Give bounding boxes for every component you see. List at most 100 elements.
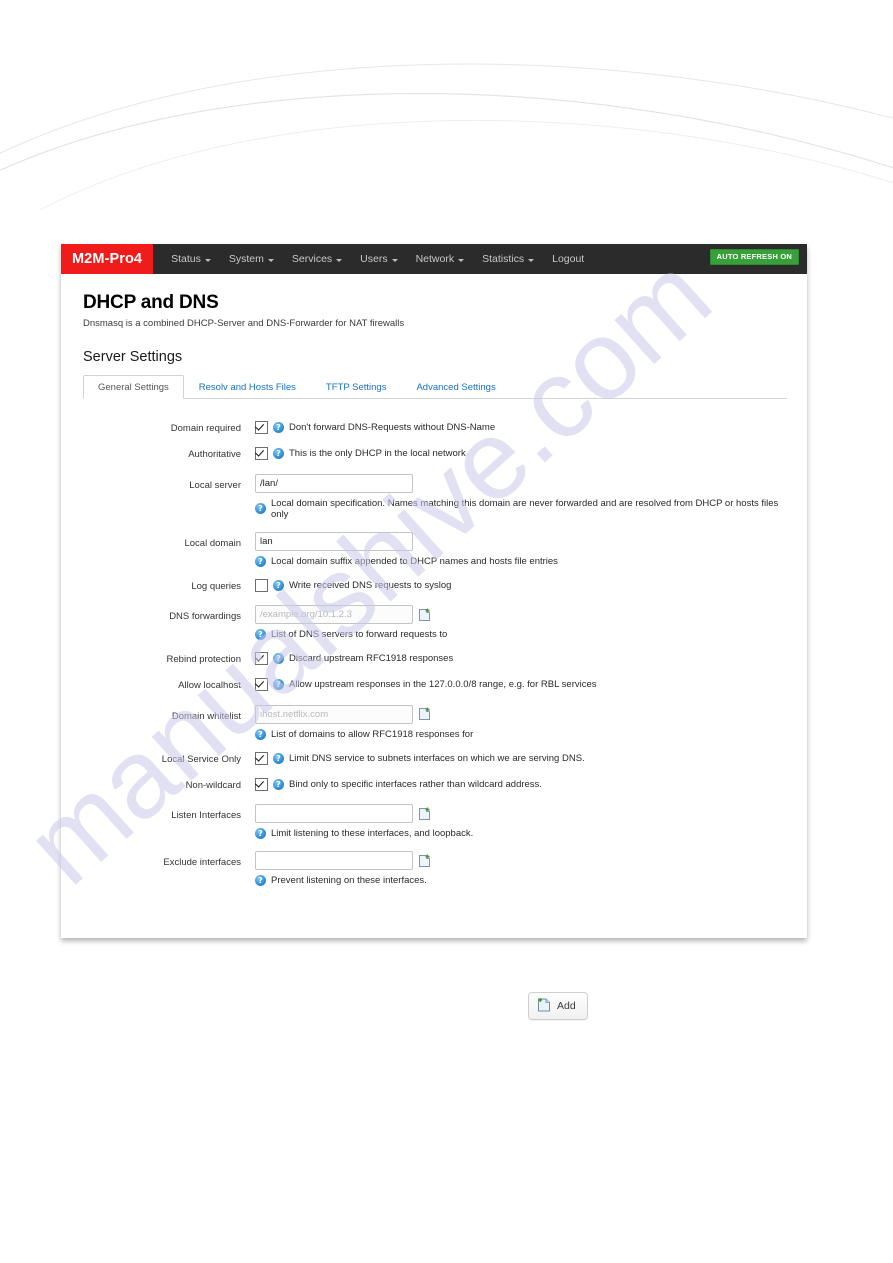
nav-item-label: Services: [291, 253, 333, 265]
form-row-local-domain: Local domain ? Local domain suffix appen…: [83, 531, 787, 567]
field-label: DNS forwardings: [169, 611, 241, 623]
help-icon[interactable]: ?: [273, 422, 284, 433]
help-icon[interactable]: ?: [273, 653, 284, 665]
page-description-text: Dnsmasq is a combined DHCP-Server and DN…: [83, 318, 405, 329]
add-entry-icon[interactable]: [418, 707, 431, 721]
nav-item-system[interactable]: System: [220, 253, 283, 265]
nav-item-services[interactable]: Services: [283, 253, 351, 265]
nav-item-label: Statistics: [482, 253, 525, 265]
form-row-authoritative: Authoritative ? This is the only DHCP in…: [83, 447, 787, 461]
form-row-non-wildcard: Non-wildcard ? Bind only to specific int…: [83, 778, 787, 792]
tab-advanced-settings[interactable]: Advanced Settings: [401, 375, 510, 399]
chevron-down-icon: [391, 258, 398, 262]
help-icon[interactable]: ?: [255, 555, 266, 567]
auto-refresh-badge[interactable]: AUTO REFRESH ON: [709, 249, 799, 265]
domain-required-checkbox[interactable]: [255, 421, 268, 434]
form-row-dns-forwardings: DNS forwardings ?: [83, 605, 787, 641]
field-label: Rebind protection: [166, 654, 241, 666]
form-row-listen-interfaces: Listen Interfaces ? Limit listening to t…: [83, 804, 787, 840]
brand-logo[interactable]: M2M-Pro4: [61, 244, 154, 274]
help-icon[interactable]: ?: [255, 828, 266, 840]
field-description: Discard upstream RFC1918 responses: [289, 653, 454, 665]
local-server-input[interactable]: [255, 473, 413, 493]
field-description: Don't forward DNS-Requests without DNS-N…: [289, 422, 496, 433]
help-icon[interactable]: ?: [273, 752, 284, 764]
top-navigation-bar: M2M-Pro4 Status System Services Users Ne…: [61, 244, 807, 274]
chevron-down-icon: [267, 258, 274, 262]
help-icon[interactable]: ?: [273, 448, 284, 460]
local-domain-input[interactable]: [255, 531, 413, 551]
exclude-interfaces-input[interactable]: [255, 851, 413, 871]
field-hint: Local domain suffix appended to DHCP nam…: [271, 555, 558, 567]
field-label: Local domain: [184, 537, 241, 549]
tab-general-settings[interactable]: General Settings: [83, 375, 184, 399]
nav-item-label: Status: [171, 253, 201, 265]
form-row-exclude-interfaces: Exclude interfaces ? Prevent listening o…: [83, 851, 787, 887]
general-settings-form: Domain required ? Don't forward DNS-Requ…: [83, 421, 787, 887]
add-document-icon: [537, 997, 551, 1015]
listen-interfaces-input[interactable]: [255, 804, 413, 824]
page-description: Dnsmasq is a combined DHCP-Server and DN…: [83, 318, 787, 329]
nav-item-users[interactable]: Users: [351, 253, 406, 265]
field-label: Local server: [189, 479, 241, 491]
field-description: Allow upstream responses in the 127.0.0.…: [289, 679, 597, 691]
nav-item-statistics[interactable]: Statistics: [473, 253, 543, 265]
chevron-down-icon: [528, 258, 535, 262]
settings-tabs: General Settings Resolv and Hosts Files …: [83, 375, 787, 399]
page-title: DHCP and DNS: [83, 292, 219, 313]
allow-localhost-checkbox[interactable]: [255, 678, 268, 692]
nav-item-network[interactable]: Network: [407, 253, 474, 265]
nav-item-status[interactable]: Status: [162, 253, 220, 265]
field-hint: List of domains to allow RFC1918 respons…: [271, 728, 474, 740]
tab-resolv-and-hosts-files[interactable]: Resolv and Hosts Files: [184, 375, 311, 399]
log-queries-checkbox[interactable]: [255, 578, 268, 592]
nav-menu: Status System Services Users Network Sta…: [153, 244, 593, 274]
field-label: Listen Interfaces: [171, 810, 241, 822]
add-button[interactable]: Add: [528, 992, 588, 1020]
non-wildcard-checkbox[interactable]: [255, 778, 268, 792]
form-row-domain-whitelist: Domain whitelist ?: [83, 704, 787, 740]
nav-item-label: Logout: [552, 253, 585, 265]
nav-item-label: Network: [415, 253, 455, 265]
nav-item-label: Users: [360, 253, 388, 265]
local-service-only-checkbox[interactable]: [255, 751, 268, 765]
add-entry-icon[interactable]: [418, 807, 431, 821]
help-icon[interactable]: ?: [273, 679, 284, 691]
help-icon[interactable]: ?: [255, 875, 266, 887]
rebind-protection-checkbox[interactable]: [255, 652, 268, 666]
dns-forwardings-input[interactable]: [255, 605, 413, 625]
field-hint: Limit listening to these interfaces, and…: [271, 828, 474, 840]
help-icon[interactable]: ?: [273, 779, 284, 791]
field-hint: Local domain specification. Names matchi…: [271, 497, 779, 520]
field-hint: Prevent listening on these interfaces.: [271, 875, 427, 887]
field-label: Non-wildcard: [185, 780, 241, 792]
field-label: Log queries: [191, 580, 241, 592]
help-icon[interactable]: ?: [255, 629, 266, 641]
chevron-down-icon: [204, 258, 211, 262]
help-icon[interactable]: ?: [273, 579, 284, 591]
add-button-label: Add: [557, 1000, 576, 1012]
nav-item-label: System: [228, 253, 264, 265]
field-label: Domain required: [170, 423, 241, 434]
domain-whitelist-input[interactable]: [255, 704, 413, 724]
field-label: Allow localhost: [178, 680, 241, 692]
tab-tftp-settings[interactable]: TFTP Settings: [311, 375, 402, 399]
field-label: Authoritative: [188, 449, 241, 461]
add-entry-icon[interactable]: [418, 608, 431, 622]
help-icon[interactable]: ?: [255, 728, 266, 740]
field-description: Bind only to specific interfaces rather …: [289, 779, 542, 791]
authoritative-checkbox[interactable]: [255, 447, 268, 461]
form-row-log-queries: Log queries ? Write received DNS request…: [83, 578, 787, 593]
form-row-local-service-only: Local Service Only ? Limit DNS service t…: [83, 751, 787, 766]
field-label: Exclude interfaces: [163, 857, 241, 869]
decorative-header-arcs: [0, 63, 893, 210]
help-icon[interactable]: ?: [255, 503, 266, 515]
field-label: Domain whitelist: [171, 710, 241, 722]
page-content: DHCP and DNS Dnsmasq is a combined DHCP-…: [61, 274, 807, 887]
form-row-local-server: Local server ? Local domain specificatio…: [83, 473, 787, 520]
chevron-down-icon: [458, 258, 465, 262]
field-description: Limit DNS service to subnets interfaces …: [289, 752, 585, 764]
add-entry-icon[interactable]: [418, 854, 431, 868]
nav-item-logout[interactable]: Logout: [543, 253, 593, 265]
section-title: Server Settings: [83, 349, 183, 365]
